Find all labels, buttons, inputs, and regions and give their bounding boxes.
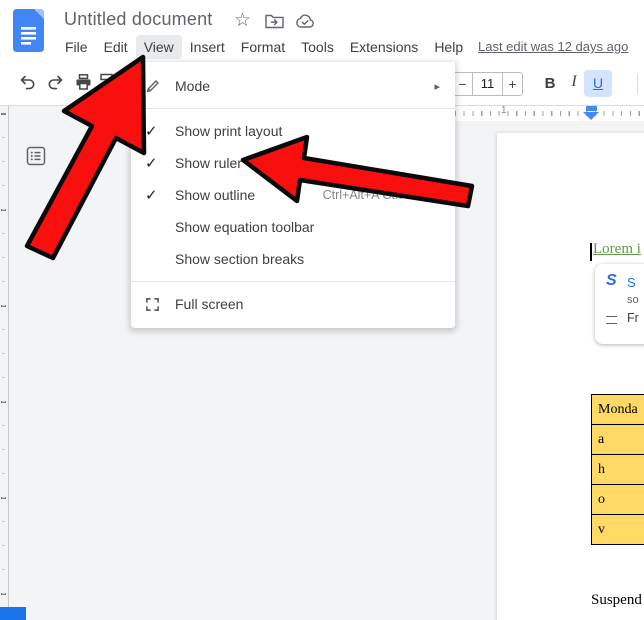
last-edit-link[interactable]: Last edit was 12 days ago (478, 39, 628, 54)
shortcut-label: Ctrl+Alt+A Ctrl+Alt+H (322, 188, 440, 202)
menu-item-label: Show print layout (175, 123, 283, 139)
menu-format[interactable]: Format (233, 35, 293, 59)
print-icon[interactable] (74, 73, 93, 91)
menu-item-show-equation-toolbar[interactable]: Show equation toolbar (131, 211, 455, 243)
star-icon[interactable]: ☆ (234, 9, 251, 32)
google-docs-logo-icon[interactable] (13, 9, 44, 52)
menu-item-show-outline[interactable]: ✓ Show outline Ctrl+Alt+A Ctrl+Alt+H (131, 179, 455, 211)
document-page[interactable]: 1 of 4 Lorem i S S so Fr Monda a h o v S… (497, 133, 644, 620)
menu-help[interactable]: Help (426, 35, 471, 59)
menu-item-show-ruler[interactable]: ✓ Show ruler (131, 147, 455, 179)
italic-button[interactable]: I (564, 73, 584, 91)
menu-item-show-section-breaks[interactable]: Show section breaks (131, 243, 455, 275)
check-icon: ✓ (145, 123, 158, 140)
header: Untitled document ☆ File Edit View Inser… (0, 0, 644, 62)
corner-blue-badge (0, 607, 26, 620)
menu-extensions[interactable]: Extensions (342, 35, 426, 59)
menu-edit[interactable]: Edit (96, 35, 136, 59)
hovercard-title[interactable]: S (627, 275, 636, 290)
font-size-input[interactable]: 11 (472, 73, 503, 95)
fullscreen-icon (146, 297, 159, 311)
check-icon: ✓ (145, 187, 158, 204)
paint-format-icon[interactable] (100, 73, 116, 90)
cloud-saved-icon[interactable] (295, 14, 315, 29)
table-cell[interactable]: Monda (591, 394, 644, 425)
description-lines-icon (606, 316, 617, 324)
redo-icon[interactable] (46, 73, 65, 90)
font-size-decrease-button[interactable]: − (453, 73, 472, 95)
move-folder-icon[interactable] (265, 14, 284, 29)
menu-item-label: Mode (175, 78, 211, 94)
menu-item-label: Show equation toolbar (175, 219, 315, 235)
check-icon: ✓ (145, 155, 158, 172)
menubar: File Edit View Insert Format Tools Exten… (57, 35, 471, 59)
font-size-increase-button[interactable]: + (503, 73, 522, 95)
menu-divider (131, 281, 455, 282)
menu-item-label: Show ruler (175, 155, 242, 171)
menu-item-mode[interactable]: Mode ▸ (131, 70, 455, 102)
show-document-outline-button[interactable] (24, 144, 48, 168)
menu-tools[interactable]: Tools (293, 35, 342, 59)
google-docs-window: 1 1 of 4 Lorem i S S so Fr Monda a h o v (0, 0, 644, 620)
menu-item-label: Show outline (175, 187, 256, 203)
document-outline-icon (26, 146, 46, 166)
font-size-control: − 11 + (452, 72, 523, 96)
document-title-input[interactable]: Untitled document (64, 9, 212, 30)
menu-insert[interactable]: Insert (182, 35, 233, 59)
menu-file[interactable]: File (57, 35, 96, 59)
toolbar-divider (637, 74, 638, 94)
menu-view[interactable]: View (135, 35, 182, 59)
body-text: Suspend (591, 592, 642, 608)
hovercard-subtitle: Fr (627, 311, 639, 325)
menu-item-label: Show section breaks (175, 251, 305, 267)
hovercard-url: so (627, 294, 639, 306)
bold-button[interactable]: B (540, 75, 560, 92)
menu-divider (131, 108, 455, 109)
horizontal-ruler-ticks (455, 111, 644, 116)
submenu-arrow-icon: ▸ (434, 80, 440, 93)
menu-item-full-screen[interactable]: Full screen (131, 288, 455, 320)
vertical-ruler-minor-ticks (2, 137, 5, 615)
favicon-letter-icon: S (606, 272, 617, 289)
table-cell[interactable]: v (591, 514, 644, 545)
table-cell[interactable]: a (591, 424, 644, 455)
undo-icon[interactable] (18, 73, 37, 90)
table-cell[interactable]: o (591, 484, 644, 515)
document-link[interactable]: Lorem i (593, 241, 641, 258)
link-hovercard[interactable]: S S so Fr (595, 264, 644, 344)
left-indent-marker[interactable] (583, 112, 599, 120)
pencil-icon (146, 80, 159, 93)
text-cursor (590, 243, 592, 261)
underline-label: U (592, 75, 604, 91)
menu-item-label: Full screen (175, 296, 244, 312)
first-line-indent-marker[interactable] (586, 106, 597, 111)
view-menu-dropdown: Mode ▸ ✓ Show print layout ✓ Show ruler … (131, 62, 455, 328)
underline-button[interactable]: U (584, 70, 612, 97)
table-cell[interactable]: h (591, 454, 644, 485)
menu-item-show-print-layout[interactable]: ✓ Show print layout (131, 115, 455, 147)
ruler-inch-label: 1 (501, 105, 507, 116)
document-table[interactable]: Monda a h o v (591, 394, 644, 545)
